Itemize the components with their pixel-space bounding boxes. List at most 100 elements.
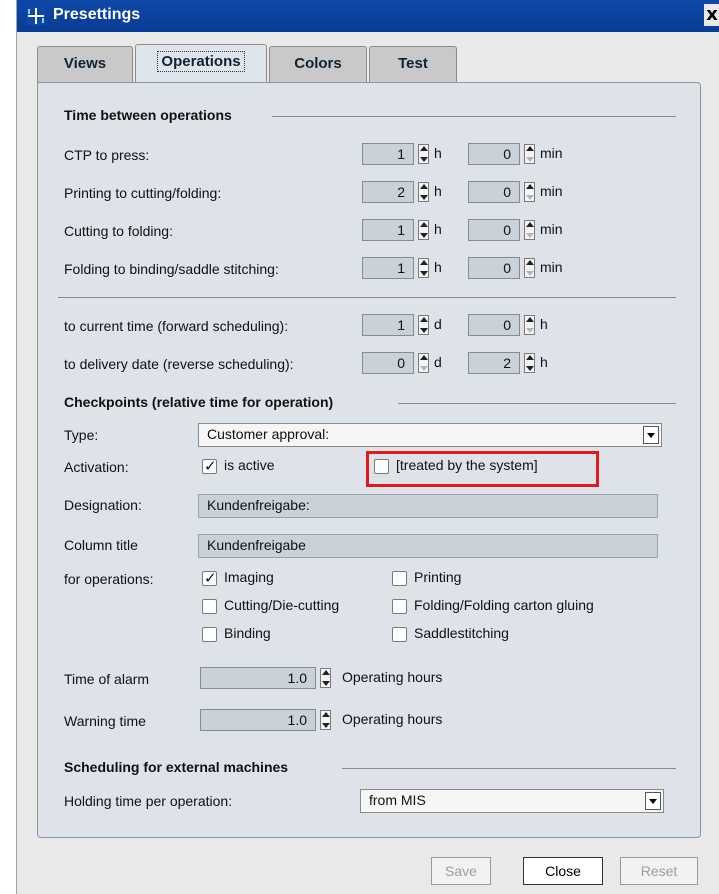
divider [342,768,676,769]
spinner-arrows-icon[interactable] [418,144,429,164]
minutes-unit: min [540,259,563,275]
spinner-arrows-icon[interactable] [418,182,429,202]
title-bar[interactable]: Presettings x [17,0,719,32]
printing-hours-spinner[interactable]: 2 h [362,181,472,205]
cutting-minutes-spinner[interactable]: 0 min [468,219,598,243]
folding-minutes-spinner[interactable]: 0 min [468,257,598,281]
printing-hours-field[interactable]: 2 [362,181,414,203]
for-operations-label: for operations: [64,571,154,587]
warning-label: Warning time [64,713,146,729]
checkbox-box[interactable] [392,599,407,614]
cutting-checkbox[interactable]: Cutting/Die-cutting [202,597,382,617]
close-button[interactable]: Close [523,857,603,885]
type-label: Type: [64,427,99,443]
highlight-box [366,451,599,487]
tab-operations[interactable]: Operations [135,44,267,83]
cutting-hours-spinner[interactable]: 1 h [362,219,472,243]
reset-button[interactable]: Reset [620,857,698,885]
forward-days-field[interactable]: 1 [362,314,414,336]
column-title-field[interactable]: Kundenfreigabe [198,534,658,558]
holding-label: Holding time per operation: [64,793,233,809]
cutting-hours-field[interactable]: 1 [362,219,414,241]
cutting-label: Cutting to folding: [64,223,173,239]
checkbox-box[interactable] [202,599,217,614]
reverse-hours-spinner[interactable]: 2 h [468,352,578,376]
printing-minutes-field[interactable]: 0 [468,181,520,203]
folding-checkbox[interactable]: Folding/Folding carton gluing [392,597,652,617]
forward-days-spinner[interactable]: 1 d [362,314,472,338]
alarm-field[interactable]: 1.0 [200,667,316,689]
forward-hours-spinner[interactable]: 0 h [468,314,578,338]
spinner-arrows-icon[interactable] [418,353,429,373]
ctp-label: CTP to press: [64,147,150,163]
spinner-arrows-icon[interactable] [524,182,535,202]
warning-field[interactable]: 1.0 [200,709,316,731]
close-window-icon[interactable]: x [704,4,719,26]
spinner-arrows-icon[interactable] [524,258,535,278]
activation-label: Activation: [64,459,129,475]
days-unit: d [434,354,442,370]
ctp-hours-spinner[interactable]: 1 h [362,143,472,167]
hours-unit: h [540,354,548,370]
minutes-unit: min [540,183,563,199]
folding-minutes-field[interactable]: 0 [468,257,520,279]
type-value: Customer approval: [207,426,330,442]
printing-checkbox[interactable]: Printing [392,569,552,589]
tab-test[interactable]: Test [369,46,457,83]
holding-select[interactable]: from MIS [360,789,664,813]
hours-unit: h [434,221,442,237]
imaging-checkbox[interactable]: ✓ Imaging [202,569,362,589]
binding-op-label: Binding [224,625,271,641]
folding-hours-field[interactable]: 1 [362,257,414,279]
warning-spinner[interactable]: 1.0 Operating hours [200,709,480,733]
forward-hours-field[interactable]: 0 [468,314,520,336]
tab-colors[interactable]: Colors [269,46,367,83]
column-title-value: Kundenfreigabe [207,537,306,553]
spinner-arrows-icon[interactable] [524,144,535,164]
dropdown-arrow-icon[interactable] [645,792,661,810]
designation-field[interactable]: Kundenfreigabe: [198,494,658,518]
is-active-checkbox[interactable]: ✓ is active [202,457,342,477]
operating-hours-unit: Operating hours [342,711,443,727]
printing-minutes-spinner[interactable]: 0 min [468,181,598,205]
spinner-arrows-icon[interactable] [320,710,331,730]
checkbox-box[interactable]: ✓ [202,569,217,587]
save-button[interactable]: Save [431,857,491,885]
hours-unit: h [434,145,442,161]
hours-unit: h [434,183,442,199]
external-header: Scheduling for external machines [64,759,289,775]
spinner-arrows-icon[interactable] [418,258,429,278]
cutting-minutes-field[interactable]: 0 [468,219,520,241]
folding-hours-spinner[interactable]: 1 h [362,257,472,281]
saddlestitching-checkbox[interactable]: Saddlestitching [392,625,572,645]
type-select[interactable]: Customer approval: [198,423,662,447]
checkmark-icon: ✓ [204,457,217,475]
spinner-arrows-icon[interactable] [418,315,429,335]
spinner-arrows-icon[interactable] [418,220,429,240]
checkbox-box[interactable] [392,627,407,642]
minutes-unit: min [540,145,563,161]
ctp-minutes-field[interactable]: 0 [468,143,520,165]
reverse-days-field[interactable]: 0 [362,352,414,374]
checkbox-box[interactable] [202,627,217,642]
reverse-days-spinner[interactable]: 0 d [362,352,472,376]
spinner-arrows-icon[interactable] [524,220,535,240]
checkbox-box[interactable] [392,571,407,586]
spinner-arrows-icon[interactable] [524,315,535,335]
ctp-minutes-spinner[interactable]: 0 min [468,143,598,167]
dropdown-arrow-icon[interactable] [643,426,659,444]
app-icon [27,7,45,25]
reverse-hours-field[interactable]: 2 [468,352,520,374]
days-unit: d [434,316,442,332]
alarm-spinner[interactable]: 1.0 Operating hours [200,667,480,691]
binding-checkbox[interactable]: Binding [202,625,362,645]
hours-unit: h [434,259,442,275]
divider [398,403,676,404]
printing-op-label: Printing [414,569,462,585]
alarm-label: Time of alarm [64,671,150,687]
ctp-hours-field[interactable]: 1 [362,143,414,165]
tab-views[interactable]: Views [37,46,133,83]
spinner-arrows-icon[interactable] [524,353,535,373]
checkbox-box[interactable]: ✓ [202,457,217,475]
spinner-arrows-icon[interactable] [320,668,331,688]
